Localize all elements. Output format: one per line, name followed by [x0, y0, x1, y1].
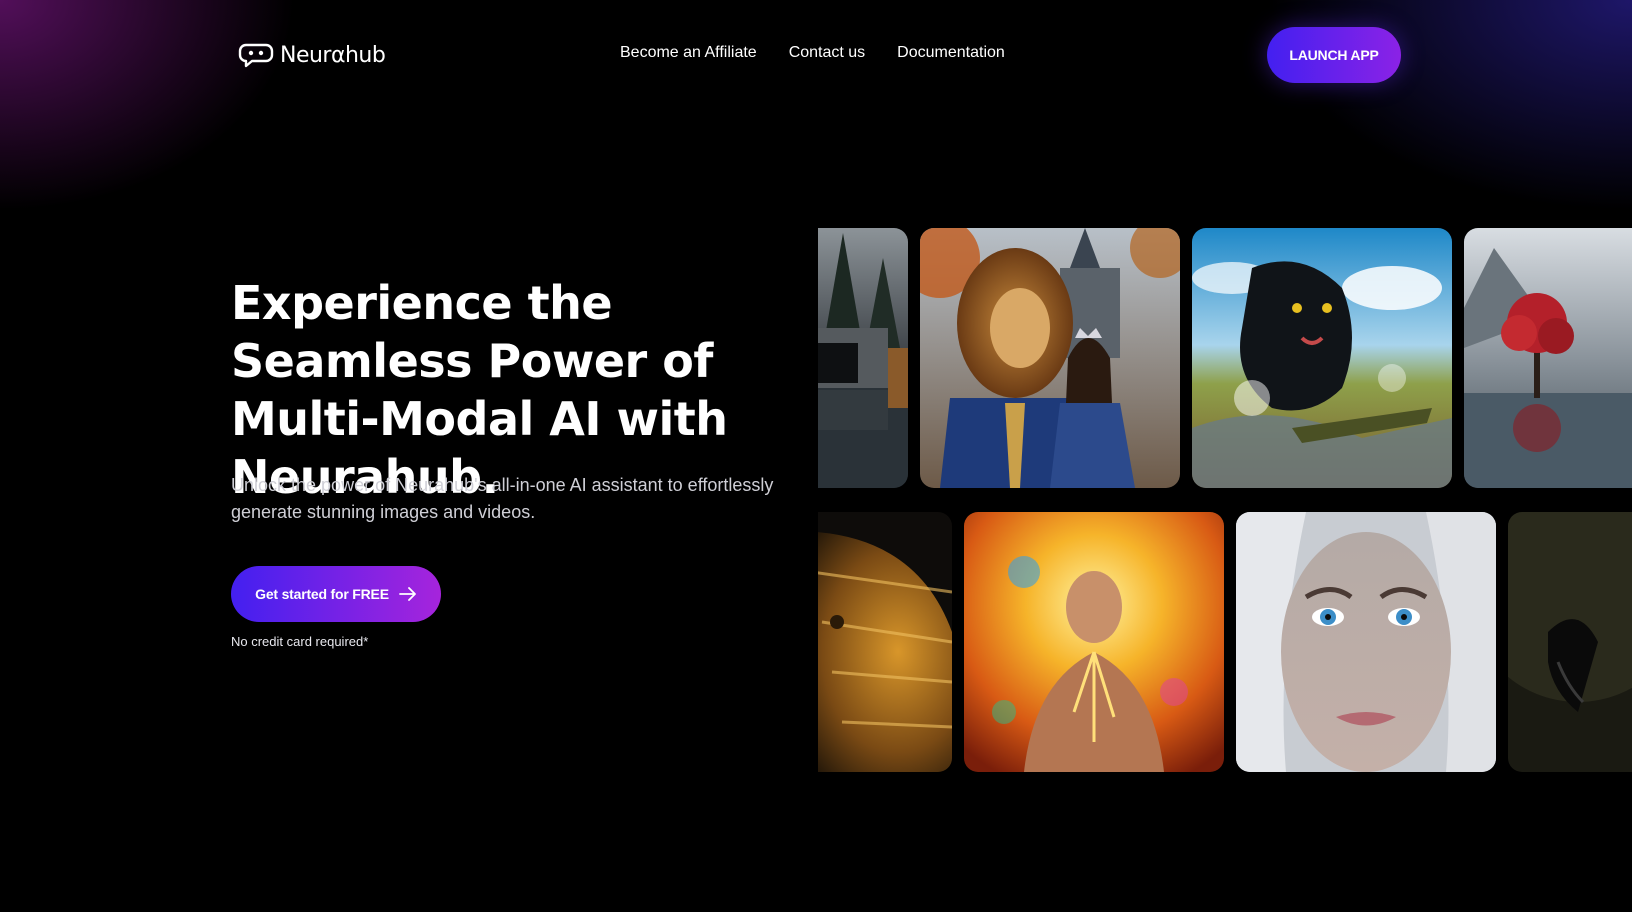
chat-bubble-icon [238, 43, 274, 68]
gallery-image-woman-portrait[interactable] [1236, 512, 1496, 772]
launch-app-button[interactable]: LAUNCH APP [1267, 27, 1401, 83]
image-gallery [818, 228, 1632, 774]
landing-page: Neurαhub Become an Affiliate Contact us … [0, 0, 1632, 912]
brand-name: Neurαhub [280, 42, 386, 68]
gallery-image-fiery-man[interactable] [964, 512, 1224, 772]
get-started-label: Get started for FREE [255, 586, 389, 602]
nav-documentation[interactable]: Documentation [897, 44, 1005, 62]
gallery-image-lion-couple[interactable] [920, 228, 1180, 488]
gallery-image-dark-bird[interactable] [1508, 512, 1632, 772]
gallery-image-red-tree[interactable] [1464, 228, 1632, 488]
hero-subtitle: Unlock the power of Neurahub's all-in-on… [231, 475, 774, 522]
nav-become-affiliate[interactable]: Become an Affiliate [620, 44, 757, 62]
no-credit-card-note: No credit card required* [231, 634, 369, 649]
get-started-button[interactable]: Get started for FREE [231, 566, 441, 622]
brand-logo[interactable]: Neurαhub [238, 40, 386, 70]
main-nav: Become an Affiliate Contact us Documenta… [620, 44, 1005, 62]
arrow-right-icon [398, 587, 416, 601]
gallery-image-golden-eagle[interactable] [818, 512, 952, 772]
nav-contact-us[interactable]: Contact us [789, 44, 865, 62]
gallery-image-black-panther[interactable] [1192, 228, 1452, 488]
gallery-image-modern-house[interactable] [818, 228, 908, 488]
